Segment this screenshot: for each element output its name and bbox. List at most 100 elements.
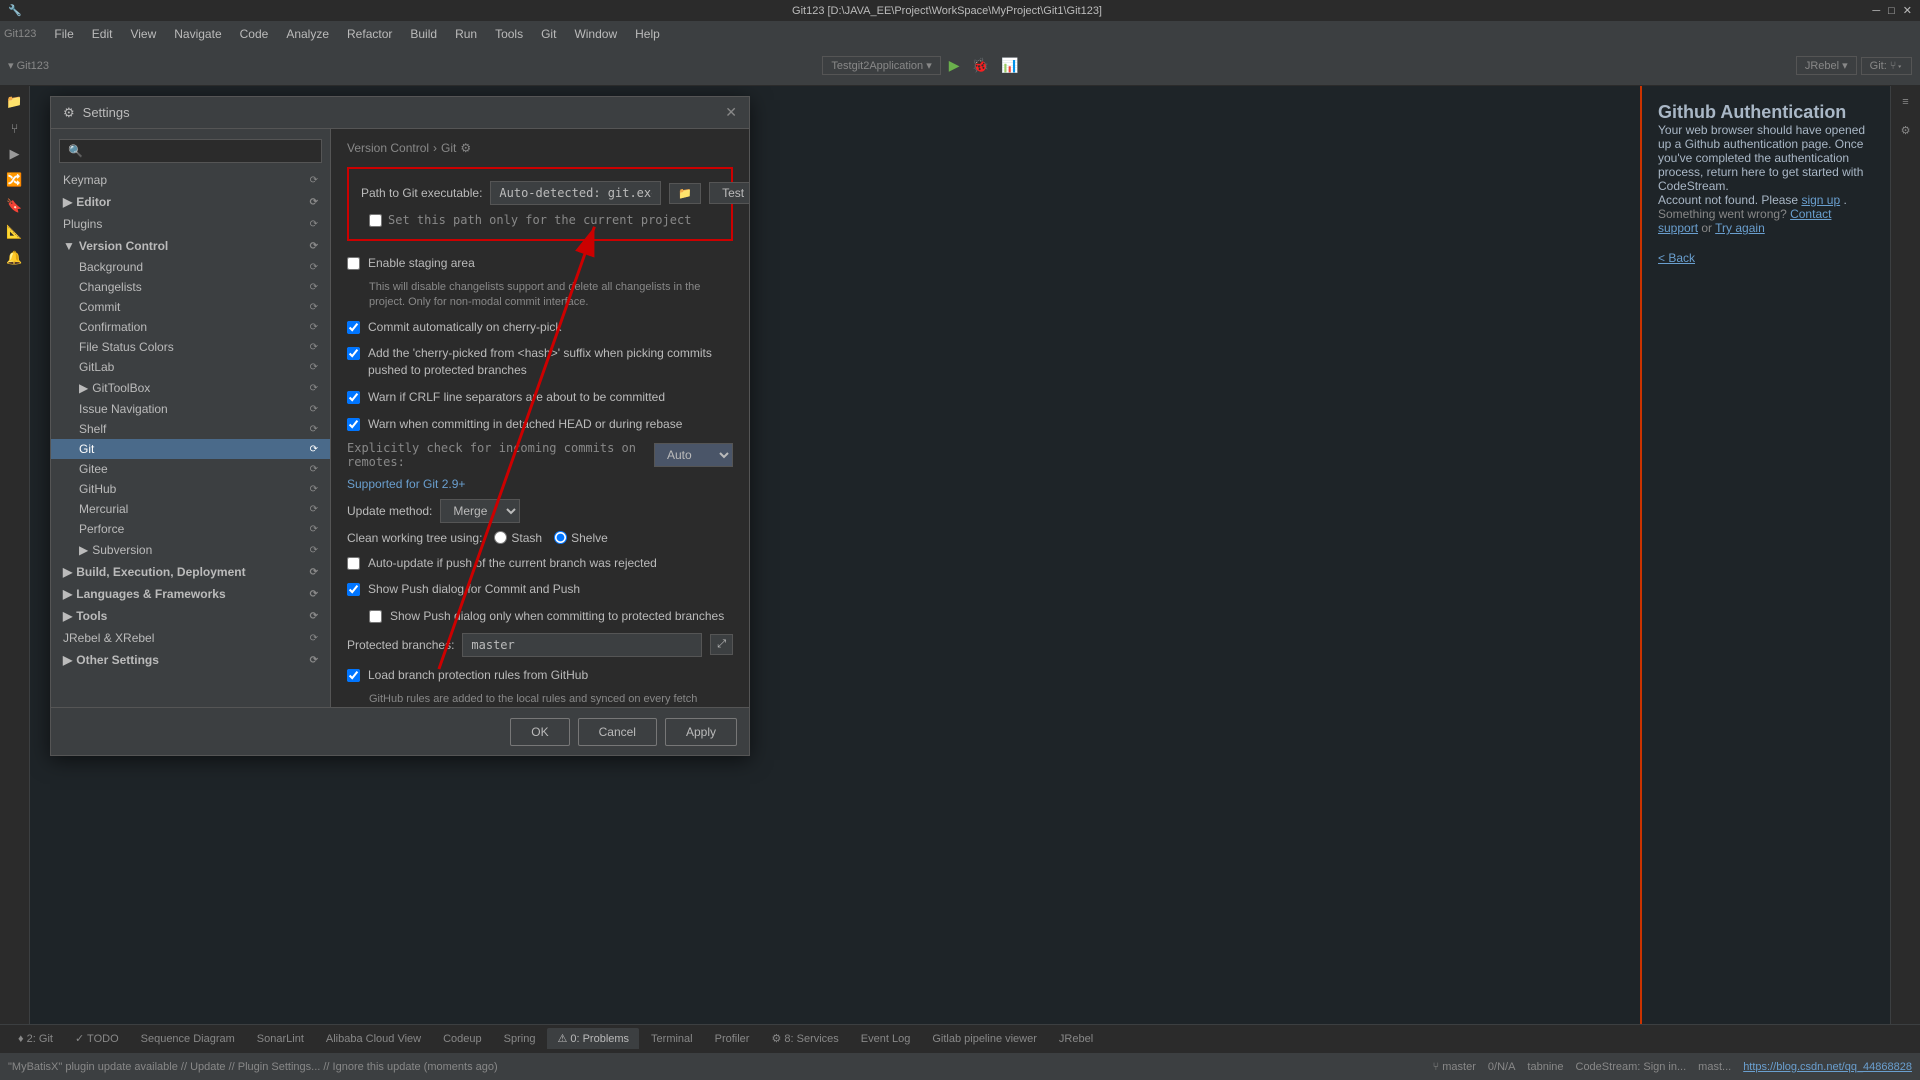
tab-terminal[interactable]: Terminal (641, 1029, 703, 1049)
github-back-link[interactable]: < Back (1658, 251, 1874, 265)
bookmark-icon-btn[interactable]: 🔖 (3, 194, 27, 218)
right-icon-1[interactable]: ≡ (1894, 90, 1918, 114)
menu-analyze[interactable]: Analyze (278, 25, 337, 43)
menu-edit[interactable]: Edit (84, 25, 121, 43)
tab-spring[interactable]: Spring (494, 1029, 546, 1049)
sidebar-item-git[interactable]: Git ⟳ (51, 439, 330, 459)
dialog-close-btn[interactable]: ✕ (725, 104, 737, 121)
sidebar-item-gitlab[interactable]: GitLab ⟳ (51, 357, 330, 377)
load-protection-checkbox[interactable] (347, 669, 360, 682)
menu-tools[interactable]: Tools (487, 25, 531, 43)
sidebar-item-background[interactable]: Background ⟳ (51, 257, 330, 277)
status-tabnine[interactable]: tabnine (1527, 1061, 1563, 1073)
sidebar-item-version-control[interactable]: ▼ Version Control ⟳ (51, 235, 330, 257)
commit-cherry-checkbox[interactable] (347, 321, 360, 334)
tab-todo[interactable]: ✓ TODO (65, 1028, 129, 1049)
sidebar-item-build[interactable]: ▶ Build, Execution, Deployment ⟳ (51, 561, 330, 583)
menu-run[interactable]: Run (447, 25, 485, 43)
git-path-input[interactable] (490, 181, 661, 205)
settings-search-input[interactable] (59, 139, 322, 163)
structure-icon-btn[interactable]: 📐 (3, 220, 27, 244)
sidebar-item-keymap[interactable]: Keymap ⟳ (51, 169, 330, 191)
breadcrumb-vc[interactable]: Version Control (347, 141, 429, 155)
set-path-checkbox[interactable] (369, 214, 382, 227)
update-method-dropdown[interactable]: Merge Rebase (440, 499, 520, 523)
tab-codeup[interactable]: Codeup (433, 1029, 492, 1049)
sidebar-item-plugins[interactable]: Plugins ⟳ (51, 213, 330, 235)
apply-button[interactable]: Apply (665, 718, 737, 746)
protected-branches-input[interactable] (462, 633, 702, 657)
profile-btn[interactable]: 📊 (997, 57, 1022, 74)
show-push-dialog-checkbox[interactable] (347, 583, 360, 596)
debug-btn[interactable]: 🐞 (968, 57, 993, 74)
tab-services[interactable]: ⚙ 8: Services (761, 1028, 848, 1049)
cancel-button[interactable]: Cancel (578, 718, 657, 746)
sign-up-link[interactable]: sign up (1801, 193, 1840, 207)
sidebar-item-github[interactable]: GitHub ⟳ (51, 479, 330, 499)
sidebar-item-mercurial[interactable]: Mercurial ⟳ (51, 499, 330, 519)
project-icon-btn[interactable]: 📁 (3, 90, 27, 114)
menu-code[interactable]: Code (232, 25, 277, 43)
protected-expand-btn[interactable]: ⤢ (710, 634, 733, 655)
breadcrumb-git[interactable]: Git (441, 141, 456, 155)
right-icon-2[interactable]: ⚙ (1894, 118, 1918, 142)
warn-detached-checkbox[interactable] (347, 418, 360, 431)
close-btn[interactable]: ✕ (1903, 4, 1912, 17)
menu-view[interactable]: View (122, 25, 164, 43)
add-suffix-checkbox[interactable] (347, 347, 360, 360)
sidebar-item-shelf[interactable]: Shelf ⟳ (51, 419, 330, 439)
sidebar-item-changelists[interactable]: Changelists ⟳ (51, 277, 330, 297)
sidebar-item-commit[interactable]: Commit ⟳ (51, 297, 330, 317)
auto-update-checkbox[interactable] (347, 557, 360, 570)
run-icon-btn[interactable]: ▶ (3, 142, 27, 166)
tab-sonar[interactable]: SonarLint (247, 1029, 314, 1049)
tab-alibaba[interactable]: Alibaba Cloud View (316, 1029, 431, 1049)
sidebar-item-other[interactable]: ▶ Other Settings ⟳ (51, 649, 330, 671)
ok-button[interactable]: OK (510, 718, 569, 746)
tab-gitlab-pipeline[interactable]: Gitlab pipeline viewer (922, 1029, 1047, 1049)
sidebar-item-confirmation[interactable]: Confirmation ⟳ (51, 317, 330, 337)
shelve-radio[interactable] (554, 531, 567, 544)
run-btn[interactable]: ▶ (945, 57, 964, 74)
tab-sequence[interactable]: Sequence Diagram (131, 1029, 245, 1049)
sidebar-item-subversion[interactable]: ▶ Subversion ⟳ (51, 539, 330, 561)
sidebar-item-file-status-colors[interactable]: File Status Colors ⟳ (51, 337, 330, 357)
explicitly-dropdown[interactable]: Auto (654, 443, 733, 467)
sidebar-item-issue-navigation[interactable]: Issue Navigation ⟳ (51, 399, 330, 419)
pr-icon-btn[interactable]: 🔀 (3, 168, 27, 192)
try-again-link[interactable]: Try again (1715, 221, 1765, 235)
warn-crlf-checkbox[interactable] (347, 391, 360, 404)
minimize-btn[interactable]: ─ (1872, 5, 1880, 17)
status-codestream[interactable]: CodeStream: Sign in... (1576, 1061, 1687, 1073)
menu-file[interactable]: File (46, 25, 81, 43)
status-branch[interactable]: ⑂ master (1433, 1061, 1476, 1073)
sidebar-item-editor[interactable]: ▶ Editor ⟳ (51, 191, 330, 213)
browse-button[interactable]: 📁 (669, 183, 701, 204)
sidebar-item-gittoolbox[interactable]: ▶ GitToolBox ⟳ (51, 377, 330, 399)
sidebar-item-perforce[interactable]: Perforce ⟳ (51, 519, 330, 539)
show-push-protected-checkbox[interactable] (369, 610, 382, 623)
sidebar-item-jrebel[interactable]: JRebel & XRebel ⟳ (51, 627, 330, 649)
tab-git[interactable]: ♦ 2: Git (8, 1029, 63, 1049)
git-config[interactable]: Git: ⑂▾ (1861, 57, 1912, 75)
maximize-btn[interactable]: □ (1888, 5, 1895, 17)
enable-staging-checkbox[interactable] (347, 257, 360, 270)
tab-jrebel[interactable]: JRebel (1049, 1029, 1103, 1049)
menu-help[interactable]: Help (627, 25, 668, 43)
sidebar-item-gitee[interactable]: Gitee ⟳ (51, 459, 330, 479)
tab-event-log[interactable]: Event Log (851, 1029, 921, 1049)
test-button[interactable]: Test (709, 182, 749, 204)
notification-icon-btn[interactable]: 🔔 (3, 246, 27, 270)
menu-refactor[interactable]: Refactor (339, 25, 400, 43)
tab-profiler[interactable]: Profiler (705, 1029, 760, 1049)
sidebar-item-lang[interactable]: ▶ Languages & Frameworks ⟳ (51, 583, 330, 605)
tab-problems[interactable]: ⚠ 0: Problems (547, 1028, 639, 1049)
menu-git[interactable]: Git (533, 25, 564, 43)
jrebel-config[interactable]: JRebel ▾ (1796, 56, 1857, 75)
sidebar-item-tools[interactable]: ▶ Tools ⟳ (51, 605, 330, 627)
menu-navigate[interactable]: Navigate (166, 25, 229, 43)
menu-build[interactable]: Build (402, 25, 445, 43)
run-config[interactable]: Testgit2Application ▾ (822, 56, 940, 75)
stash-radio[interactable] (494, 531, 507, 544)
git-icon-btn[interactable]: ⑂ (3, 116, 27, 140)
